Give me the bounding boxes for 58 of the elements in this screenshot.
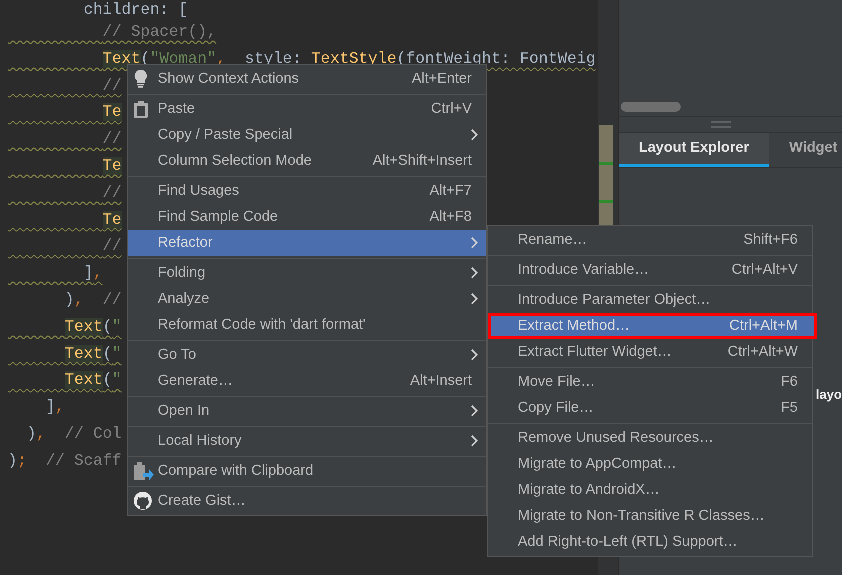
menu-item[interactable]: Find Sample Code Alt+F8: [128, 204, 486, 230]
drag-handle-icon[interactable]: [710, 120, 730, 128]
chevron-icon: [471, 293, 478, 305]
menu-item[interactable]: Migrate to AppCompat…: [488, 451, 812, 477]
lightbulb-icon: [134, 70, 148, 88]
code-line: ],: [82, 264, 103, 282]
menu-item[interactable]: Rename… Shift+F6: [488, 227, 812, 253]
menu-item[interactable]: Introduce Parameter Object…: [488, 287, 812, 313]
menu-item[interactable]: Analyze: [128, 286, 486, 312]
cat-logo-icon: [134, 492, 152, 510]
menu-item[interactable]: Introduce Variable… Ctrl+Alt+V: [488, 257, 812, 283]
menu-item[interactable]: Reformat Code with 'dart format': [128, 312, 486, 338]
menu-item[interactable]: Extract Flutter Widget… Ctrl+Alt+W: [488, 339, 812, 365]
menu-item[interactable]: Migrate to Non-Transitive R Classes…: [488, 503, 812, 529]
menu-item[interactable]: Paste Ctrl+V: [128, 96, 486, 122]
code-line: // Spacer(),: [102, 23, 217, 41]
code-line: children: [: [82, 1, 188, 19]
code-line: //: [102, 237, 122, 256]
code-line: ), // Col: [26, 424, 122, 443]
panel-tab[interactable]: Layout Explorer: [619, 133, 770, 167]
clipboard-icon: [134, 100, 148, 118]
panel-tab[interactable]: Widget: [769, 133, 842, 167]
menu-item[interactable]: Show Context Actions Alt+Enter: [128, 66, 486, 92]
menu-item[interactable]: Create Gist…: [128, 488, 486, 514]
menu-item[interactable]: Open In: [128, 398, 486, 424]
code-line: Text(": [64, 371, 122, 390]
code-line: //: [102, 184, 122, 202]
chevron-icon: [471, 129, 478, 141]
menu-item[interactable]: Copy File… F5: [488, 395, 812, 421]
chevron-icon: [471, 237, 478, 249]
chevron-icon: [471, 405, 478, 417]
chevron-icon: [471, 349, 478, 361]
menu-item[interactable]: Folding: [128, 260, 486, 286]
menu-item[interactable]: Generate… Alt+Insert: [128, 368, 486, 394]
menu-item[interactable]: Extract Method… Ctrl+Alt+M: [488, 313, 817, 339]
panel-text: layo: [816, 387, 842, 402]
code-line: Text(": [64, 344, 122, 363]
menu-item[interactable]: Column Selection Mode Alt+Shift+Insert: [128, 148, 486, 174]
chevron-icon: [471, 267, 478, 279]
menu-item[interactable]: Remove Unused Resources…: [488, 425, 812, 451]
code-line: Text(": [64, 318, 122, 336]
menu-item[interactable]: Copy / Paste Special: [128, 122, 486, 148]
menu-item[interactable]: Move File… F6: [488, 369, 812, 395]
menu-item[interactable]: Add Right-to-Left (RTL) Support…: [488, 529, 812, 555]
menu-item[interactable]: Go To: [128, 342, 486, 368]
menu-item[interactable]: Refactor: [128, 230, 486, 256]
scrollbar-thumb[interactable]: [621, 102, 681, 112]
menu-item[interactable]: Find Usages Alt+F7: [128, 178, 486, 204]
code-line: //: [102, 130, 122, 148]
compare-clipboard-icon: [134, 462, 154, 480]
code-line: ), //: [64, 290, 122, 309]
code-line: //: [102, 76, 122, 95]
code-line: ],: [44, 398, 65, 416]
menu-item[interactable]: Compare with Clipboard: [128, 458, 486, 484]
menu-item[interactable]: Local History: [128, 428, 486, 454]
menu-item[interactable]: Migrate to AndroidX…: [488, 477, 812, 503]
code-line: ); // Scaff: [8, 452, 122, 470]
chevron-icon: [471, 435, 478, 447]
